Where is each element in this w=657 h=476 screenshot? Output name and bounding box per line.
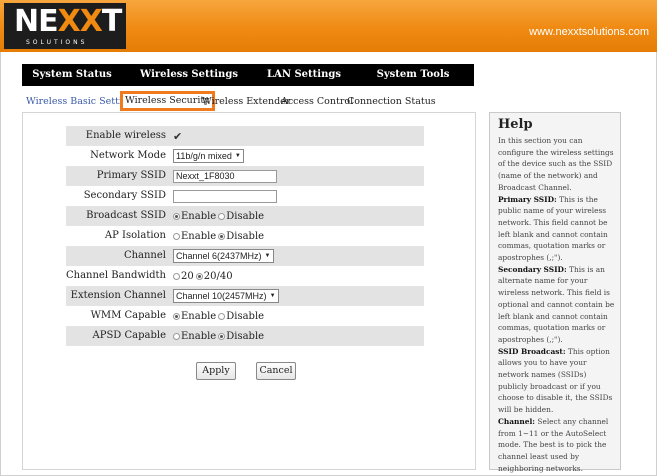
row-extension-channel: Extension Channel Channel 10(2457MHz) ▼ <box>66 286 424 306</box>
row-channel-bandwidth: Channel Bandwidth 20 20/40 <box>66 266 424 286</box>
nav-lan-settings[interactable]: LAN Settings <box>256 64 352 86</box>
row-channel: Channel Channel 6(2437MHz) ▼ <box>66 246 424 266</box>
chevron-down-icon: ▼ <box>234 153 241 159</box>
help-primary-heading: Primary SSID: <box>498 194 557 204</box>
bandwidth-20-label: 20 <box>181 270 194 282</box>
network-mode-select[interactable]: 11b/g/n mixed ▼ <box>173 149 244 163</box>
label-wmm-capable: WMM Capable <box>90 310 166 321</box>
help-intro: In this section you can configure the wi… <box>498 136 614 192</box>
wmm-enable-radio[interactable] <box>173 312 180 320</box>
help-secondary-text: This is an alternate name for your wirel… <box>498 264 615 344</box>
ap-isolation-enable-label: Enable <box>181 230 217 242</box>
help-title: Help <box>498 117 533 132</box>
broadcast-disable-radio[interactable] <box>218 212 226 220</box>
wmm-disable-label: Disable <box>226 310 265 322</box>
extension-channel-value: Channel 10(2457MHz) <box>176 291 267 301</box>
apsd-enable-radio[interactable] <box>173 332 180 340</box>
broadcast-disable-label: Disable <box>226 210 265 222</box>
apsd-disable-label: Disable <box>226 330 265 342</box>
row-wmm-capable: WMM Capable Enable Disable <box>66 306 424 326</box>
nav-wireless-settings[interactable]: Wireless Settings <box>122 64 256 86</box>
cancel-button[interactable]: Cancel <box>256 362 296 380</box>
help-secondary-heading: Secondary SSID: <box>498 264 567 274</box>
row-ap-isolation: AP Isolation Enable Disable <box>66 226 424 246</box>
primary-ssid-input[interactable]: Nexxt_1F8030 <box>173 169 277 183</box>
logo-part-1: NE <box>14 4 59 39</box>
label-primary-ssid: Primary SSID <box>96 170 166 181</box>
row-enable-wireless: Enable wireless ✔ <box>66 126 424 146</box>
chevron-down-icon: ▼ <box>264 253 271 259</box>
ap-isolation-enable-radio[interactable] <box>173 232 180 240</box>
label-secondary-ssid: Secondary SSID <box>83 190 166 201</box>
secondary-ssid-input[interactable] <box>173 189 277 203</box>
main-nav: System Status Wireless Settings LAN Sett… <box>22 64 474 86</box>
bandwidth-20-40-radio[interactable] <box>195 272 203 280</box>
help-broadcast-heading: SSID Broadcast: <box>498 346 566 356</box>
logo-subtitle: SOLUTIONS <box>26 39 88 46</box>
help-channel-heading: Channel: <box>498 416 536 426</box>
label-ap-isolation: AP Isolation <box>104 230 166 241</box>
logo-wordmark: NEXXT <box>14 4 122 39</box>
label-channel-bandwidth: Channel Bandwidth <box>66 270 166 281</box>
channel-value: Channel 6(2437MHz) <box>176 251 262 261</box>
bandwidth-20-radio[interactable] <box>173 272 180 280</box>
row-broadcast-ssid: Broadcast SSID Enable Disable <box>66 206 424 226</box>
tab-wireless-extender[interactable]: Wireless Extender <box>202 95 290 109</box>
site-url[interactable]: www.nexxtsolutions.com <box>529 26 649 38</box>
label-extension-channel: Extension Channel <box>70 290 166 301</box>
row-primary-ssid: Primary SSID Nexxt_1F8030 <box>66 166 424 186</box>
help-text: In this section you can configure the wi… <box>498 135 616 474</box>
nexxt-logo[interactable]: NEXXT SOLUTIONS <box>4 3 126 49</box>
broadcast-enable-label: Enable <box>181 210 217 222</box>
help-primary-text: This is the public name of your wireless… <box>498 194 608 263</box>
label-enable-wireless: Enable wireless <box>85 130 166 141</box>
extension-channel-select[interactable]: Channel 10(2457MHz) ▼ <box>173 289 279 303</box>
help-panel: Help In this section you can configure t… <box>489 112 621 473</box>
broadcast-enable-radio[interactable] <box>173 212 180 220</box>
header-banner: NEXXT SOLUTIONS www.nexxtsolutions.com <box>0 0 657 52</box>
ap-isolation-disable-label: Disable <box>226 230 265 242</box>
channel-select[interactable]: Channel 6(2437MHz) ▼ <box>173 249 274 263</box>
wmm-enable-label: Enable <box>181 310 217 322</box>
row-secondary-ssid: Secondary SSID <box>66 186 424 206</box>
label-apsd-capable: APSD Capable <box>92 330 167 341</box>
row-apsd-capable: APSD Capable Enable Disable <box>66 326 424 346</box>
ap-isolation-disable-radio[interactable] <box>218 232 226 240</box>
label-channel: Channel <box>123 250 166 261</box>
tab-access-control[interactable]: Access Control <box>281 95 353 109</box>
apsd-enable-label: Enable <box>181 330 217 342</box>
row-network-mode: Network Mode 11b/g/n mixed ▼ <box>66 146 424 166</box>
nav-system-tools[interactable]: System Tools <box>352 64 474 86</box>
apsd-disable-radio[interactable] <box>218 332 226 340</box>
chevron-down-icon: ▼ <box>269 293 276 299</box>
wireless-settings-form: Enable wireless ✔ Network Mode 11b/g/n m… <box>66 126 424 346</box>
tab-wireless-security[interactable]: Wireless Security <box>120 91 215 111</box>
apply-button[interactable]: Apply <box>196 362 236 380</box>
enable-wireless-checkbox[interactable]: ✔ <box>173 130 182 143</box>
wmm-disable-radio[interactable] <box>218 312 226 320</box>
tab-connection-status[interactable]: Connection Status <box>347 95 436 109</box>
logo-part-2: XX <box>57 4 103 39</box>
logo-part-3: T <box>101 4 122 39</box>
nav-system-status[interactable]: System Status <box>22 64 122 86</box>
help-broadcast-text: This option allows you to have your netw… <box>498 346 613 415</box>
network-mode-value: 11b/g/n mixed <box>176 151 232 161</box>
label-network-mode: Network Mode <box>90 150 166 161</box>
bandwidth-20-40-label: 20/40 <box>203 270 233 282</box>
label-broadcast-ssid: Broadcast SSID <box>86 210 166 221</box>
